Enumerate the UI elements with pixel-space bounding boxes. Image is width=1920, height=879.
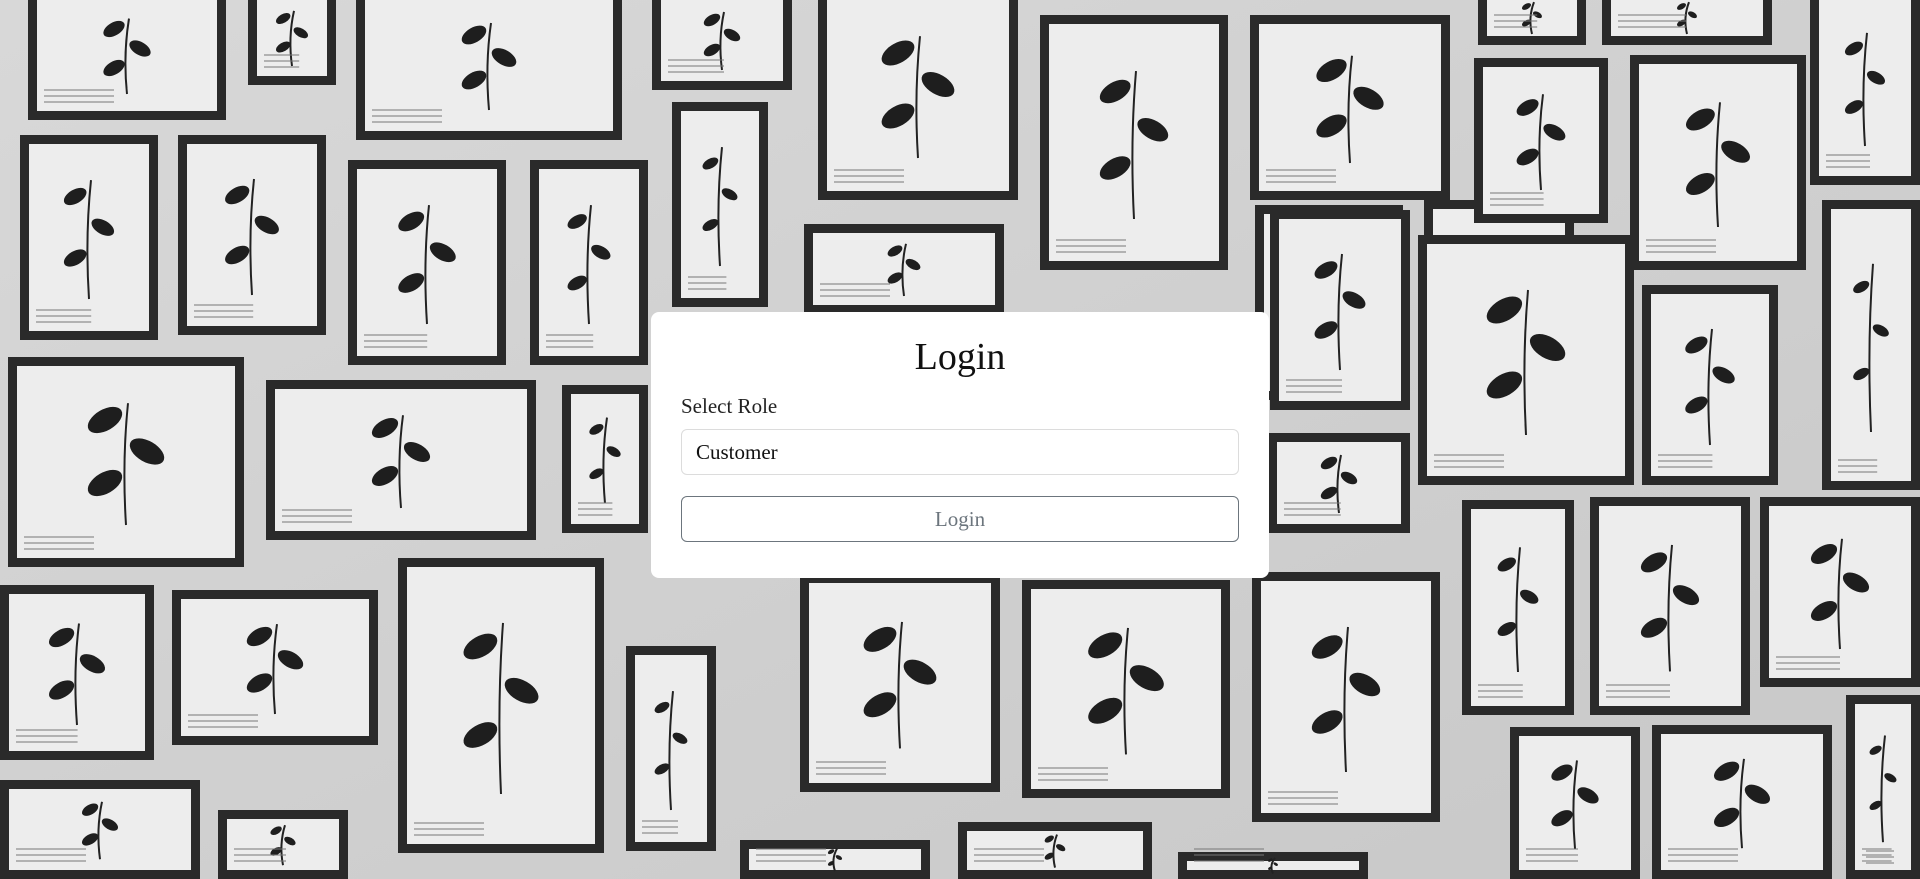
login-title: Login (914, 336, 1006, 378)
select-role-label: Select Role (681, 394, 778, 418)
frame-mat (1049, 24, 1219, 261)
login-card: Login Select Role Customer Login (651, 312, 1269, 578)
frame-mat (1599, 506, 1741, 706)
frame-mat (1661, 734, 1823, 870)
frame-mat (187, 144, 317, 326)
login-page: Login Select Role Customer Login (0, 0, 1920, 879)
frame-mat (809, 583, 991, 783)
frame-mat (1261, 581, 1431, 813)
frame-mat (1639, 64, 1797, 261)
frame-mat (539, 169, 639, 356)
frame-mat (1259, 24, 1441, 191)
frame-mat (365, 0, 613, 131)
frame-mat (827, 0, 1009, 191)
frame-mat (1519, 736, 1631, 870)
frame-mat (17, 366, 235, 558)
frame-mat (1427, 244, 1625, 476)
frame-mat (37, 0, 217, 111)
role-select[interactable]: Customer (681, 429, 1239, 475)
login-button[interactable]: Login (681, 496, 1239, 542)
frame-mat (407, 567, 595, 844)
frame-mat (9, 594, 145, 751)
frame-mat (1769, 506, 1911, 678)
frame-mat (1471, 509, 1565, 706)
frame-mat (635, 655, 707, 842)
frame-mat (1279, 219, 1401, 401)
frame-mat (1819, 0, 1911, 176)
frame-mat (1031, 589, 1221, 789)
frame-mat (681, 111, 759, 298)
frame-mat (1651, 294, 1769, 476)
frame-mat (571, 394, 639, 524)
frame-mat (357, 169, 497, 356)
frame-mat (1483, 67, 1599, 214)
frame-mat (1831, 209, 1911, 481)
frame-mat (1855, 704, 1911, 870)
frame-mat (29, 144, 149, 331)
